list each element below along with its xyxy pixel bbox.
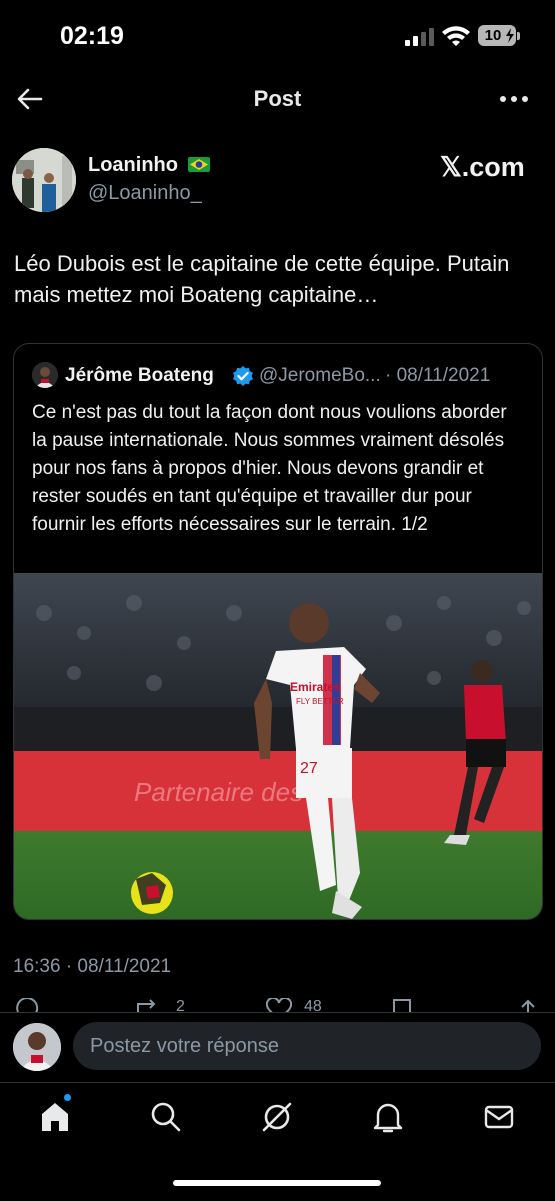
signal-icon — [405, 28, 434, 46]
quote-author-name: Jérôme Boateng — [65, 365, 214, 386]
author-handle[interactable]: @Loaninho_ — [88, 182, 202, 205]
board-text: Partenaire des — [134, 777, 303, 807]
notifications-icon[interactable] — [371, 1100, 405, 1134]
shirt-sponsor: Emirates — [290, 680, 341, 694]
quote-author-handle: @JeromeBo... — [259, 365, 381, 386]
quote-date: · 08/11/2021 — [385, 365, 491, 386]
quoted-post[interactable]: Jérôme Boateng @JeromeBo... · 08/11/2021… — [13, 343, 543, 920]
grok-icon[interactable] — [260, 1100, 294, 1134]
tweet-text: Léo Dubois est le capitaine de cette équ… — [14, 251, 510, 307]
home-indicator — [173, 1180, 381, 1186]
search-icon[interactable] — [149, 1100, 183, 1134]
shirt-sponsor-sub: FLY BETTER — [296, 697, 344, 706]
brazil-flag-icon — [188, 157, 210, 172]
more-options-icon[interactable] — [498, 88, 530, 110]
shorts-number: 27 — [300, 760, 318, 777]
author-name[interactable]: Loaninho — [88, 154, 178, 177]
wifi-icon — [442, 26, 470, 46]
quote-author-avatar — [32, 362, 58, 388]
battery-level: 10 — [484, 27, 502, 44]
battery-tip — [517, 32, 520, 40]
post-timestamp: 16:36 · 08/11/2021 — [13, 956, 172, 977]
quote-text: Ce n'est pas du tout la façon dont nous … — [32, 402, 507, 535]
author-avatar[interactable] — [12, 148, 76, 212]
user-avatar[interactable] — [13, 1023, 61, 1071]
football — [131, 872, 173, 914]
home-icon[interactable] — [38, 1100, 72, 1134]
reply-input[interactable]: Postez votre réponse — [73, 1022, 541, 1070]
battery-icon: 10 — [478, 25, 516, 46]
notification-dot — [64, 1094, 71, 1101]
verified-badge-icon — [233, 366, 253, 386]
quote-photo[interactable]: Partenaire des Emirates FLY BETTER 27 — [14, 573, 542, 919]
page-title: Post — [253, 86, 302, 111]
source-badge: 𝕏.com — [440, 152, 525, 182]
status-time: 02:19 — [60, 22, 124, 50]
messages-icon[interactable] — [482, 1100, 516, 1134]
